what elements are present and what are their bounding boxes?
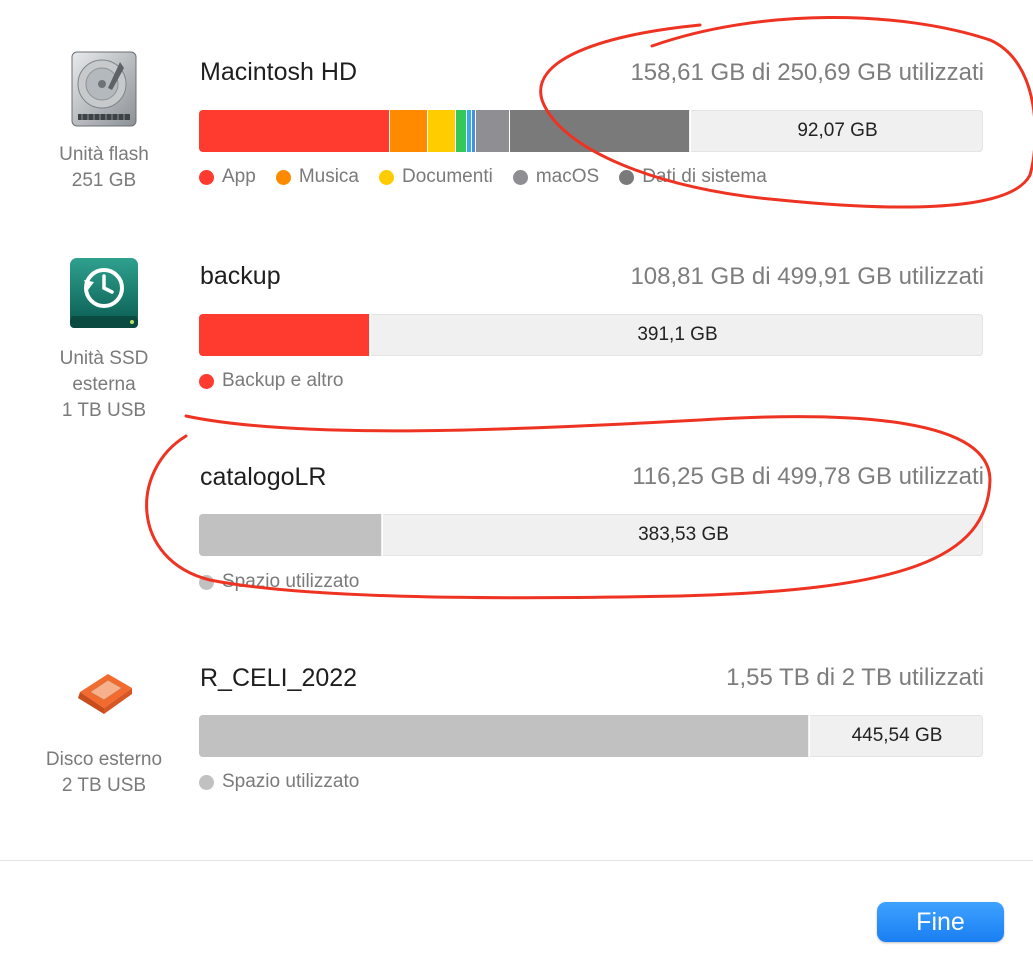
legend-label: Backup e altro (222, 370, 344, 391)
bar-segment-dati-di-sistema (509, 110, 689, 152)
storage-legend: Spazio utilizzato (199, 571, 359, 593)
legend-dot-icon (275, 169, 291, 185)
legend-dot-icon (379, 169, 394, 185)
legend-dot-icon (199, 373, 214, 389)
free-space-label: 92,07 GB (690, 110, 983, 152)
bar-segment-other-green (455, 110, 467, 152)
legend-dot-icon (199, 574, 214, 590)
legend-item: Spazio utilizzato (199, 571, 359, 593)
drive-name: catalogoLR (200, 463, 327, 491)
legend-label: Dati di sistema (642, 166, 767, 187)
legend-label: Musica (298, 166, 359, 187)
legend-label: macOS (535, 166, 600, 187)
bar-segment-backup-e-altro (199, 314, 369, 356)
storage-bar: 445,54 GB (199, 715, 983, 757)
hard-drive-icon (68, 50, 140, 135)
legend-label: Spazio utilizzato (222, 571, 360, 592)
legend-dot-icon (512, 169, 528, 185)
legend-item: macOS (512, 166, 600, 188)
legend-dot-icon (199, 774, 214, 790)
legend-label: Documenti (402, 166, 493, 187)
legend-label: Spazio utilizzato (222, 771, 360, 792)
caption-line: 251 GB (71, 170, 137, 191)
legend-dot-icon (199, 169, 214, 185)
bar-segment-macos (475, 110, 510, 152)
caption-line: 1 TB USB (61, 400, 147, 421)
legend-item: Musica (275, 166, 359, 188)
legend-item: Dati di sistema (619, 166, 767, 188)
drive-usage: 116,25 GB di 499,78 GB utilizzati (632, 463, 984, 490)
caption-line: Unità SSD (59, 348, 149, 369)
legend-label: App (222, 166, 256, 187)
storage-bar: 383,53 GB (199, 514, 983, 556)
external-disk-icon (72, 668, 136, 727)
legend-item: Documenti (379, 166, 493, 188)
done-button[interactable]: Fine (877, 902, 1004, 942)
drive-name: Macintosh HD (200, 58, 357, 86)
storage-bar: 92,07 GB (199, 110, 983, 152)
drive-caption: Unità SSD esterna 1 TB USB (20, 346, 188, 424)
free-space-label: 445,54 GB (809, 715, 983, 757)
legend-dot-icon (619, 169, 635, 185)
bar-segment-spazio-utilizzato (199, 514, 381, 556)
time-machine-drive-icon (66, 256, 142, 337)
drive-usage: 158,61 GB di 250,69 GB utilizzati (630, 59, 984, 86)
drive-caption: Unità flash 251 GB (20, 142, 188, 194)
storage-legend: App Musica Documenti macOS Dati di sistema (199, 166, 767, 188)
storage-bar: 391,1 GB (199, 314, 983, 356)
storage-legend: Backup e altro (199, 370, 343, 392)
bar-segment-musica (389, 110, 428, 152)
legend-item: Backup e altro (199, 370, 343, 392)
drive-usage: 108,81 GB di 499,91 GB utilizzati (630, 263, 984, 290)
caption-line: Disco esterno (45, 749, 163, 770)
legend-item: App (199, 166, 256, 188)
drive-name: R_CELI_2022 (200, 664, 358, 692)
drive-caption: Disco esterno 2 TB USB (20, 747, 188, 799)
bar-segment-documenti (427, 110, 456, 152)
caption-line: esterna (72, 374, 136, 395)
footer-divider (0, 860, 1033, 861)
free-space-label: 383,53 GB (382, 514, 983, 556)
storage-legend: Spazio utilizzato (199, 771, 359, 793)
caption-line: 2 TB USB (61, 775, 147, 796)
legend-item: Spazio utilizzato (199, 771, 359, 793)
bar-segment-app (199, 110, 390, 152)
free-space-label: 391,1 GB (370, 314, 983, 356)
drive-usage: 1,55 TB di 2 TB utilizzati (726, 664, 984, 691)
drive-name: backup (200, 262, 281, 290)
caption-line: Unità flash (59, 144, 149, 165)
bar-segment-spazio-utilizzato (199, 715, 808, 757)
